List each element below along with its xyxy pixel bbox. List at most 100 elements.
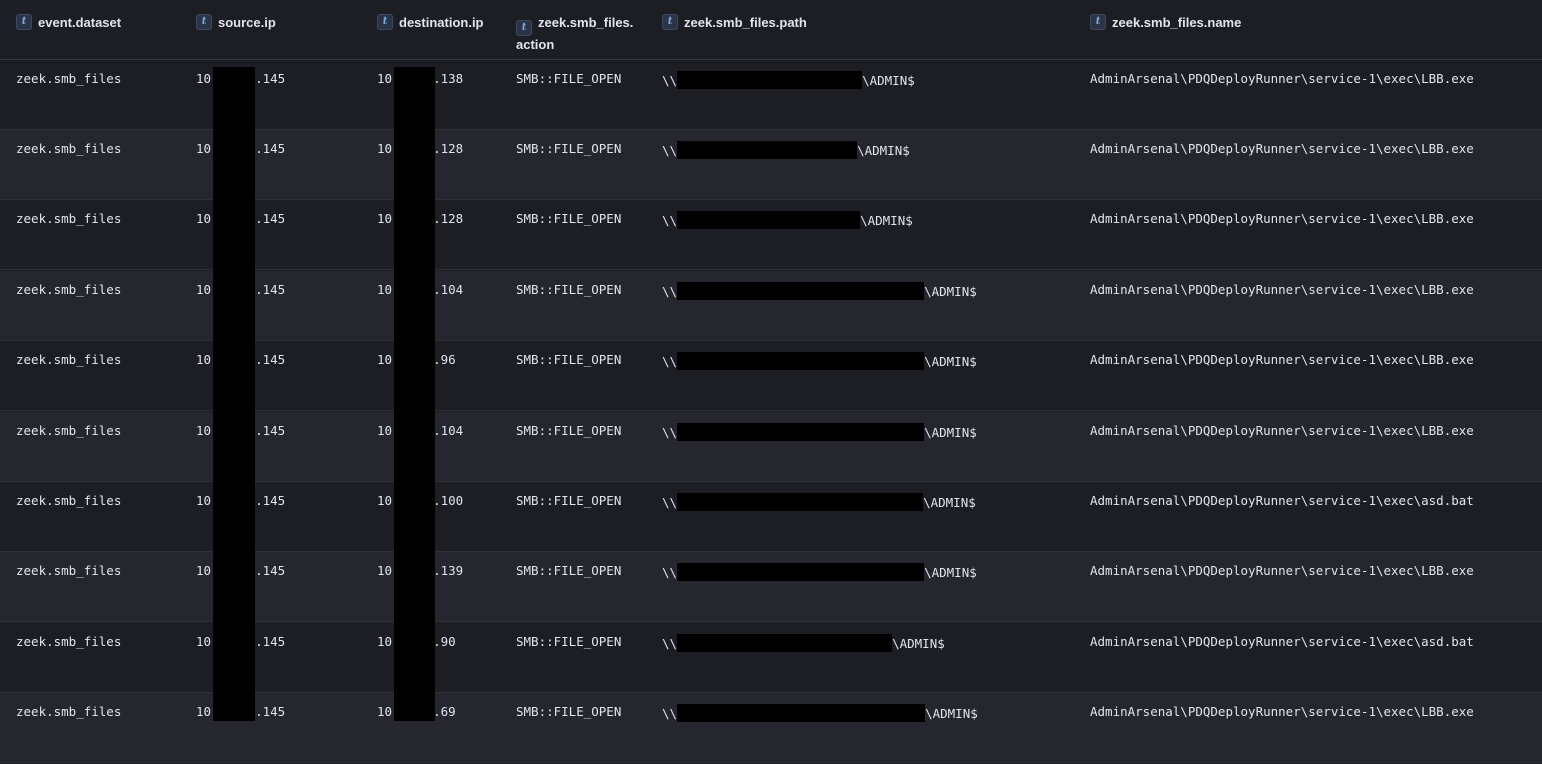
path-host-redaction [677,352,925,370]
column-header-smb-name[interactable]: t zeek.smb_files.name [1090,14,1241,31]
column-label-text: zeek.smb_files. action [516,15,634,52]
event-dataset-cell: zeek.smb_files [16,634,122,649]
path-host-redaction [677,211,861,229]
destination-ip-prefix: 10 [377,634,393,649]
destination-ip-suffix: .104 [433,282,464,297]
destination-ip-prefix: 10 [377,211,393,226]
column-header-source-ip[interactable]: t source.ip [196,14,276,31]
smb-action-cell: SMB::FILE_OPEN [516,493,622,508]
smb-action-cell: SMB::FILE_OPEN [516,423,622,438]
destination-ip-suffix: .100 [433,493,464,508]
source-ip-suffix: .145 [255,71,286,86]
source-ip-prefix: 10 [196,563,212,578]
destination-ip-suffix: .69 [433,704,456,719]
source-ip-prefix: 10 [196,282,212,297]
source-ip-prefix: 10 [196,704,212,719]
source-ip-redaction [213,67,255,721]
source-ip-suffix: .145 [255,563,286,578]
smb-file-name-cell: AdminArsenal\PDQDeployRunner\service-1\e… [1090,282,1474,297]
destination-ip-suffix: .139 [433,563,464,578]
string-type-icon: t [662,14,678,30]
path-suffix: \ADMIN$ [857,143,910,158]
smb-file-name-cell: AdminArsenal\PDQDeployRunner\service-1\e… [1090,704,1474,719]
source-ip-prefix: 10 [196,634,212,649]
column-label: zeek.smb_files.path [684,15,807,30]
destination-ip-suffix: .90 [433,634,456,649]
smb-file-name-cell: AdminArsenal\PDQDeployRunner\service-1\e… [1090,493,1474,508]
path-suffix: \ADMIN$ [924,565,977,580]
smb-path-cell: \\ \ADMIN$ [662,563,977,581]
smb-path-cell: \\ \ADMIN$ [662,423,977,441]
path-host-redaction [677,71,863,89]
event-dataset-cell: zeek.smb_files [16,211,122,226]
destination-ip-suffix: .128 [433,141,464,156]
event-dataset-cell: zeek.smb_files [16,71,122,86]
smb-action-cell: SMB::FILE_OPEN [516,211,622,226]
path-suffix: \ADMIN$ [862,73,915,88]
string-type-icon: t [377,14,393,30]
column-label: event.dataset [38,15,122,30]
path-suffix: \ADMIN$ [860,213,913,228]
smb-path-cell: \\ \ADMIN$ [662,282,977,300]
path-suffix: \ADMIN$ [924,354,977,369]
smb-path-cell: \\ \ADMIN$ [662,704,978,722]
destination-ip-prefix: 10 [377,563,393,578]
smb-action-cell: SMB::FILE_OPEN [516,563,622,578]
path-prefix: \\ [662,143,678,158]
column-header-destination-ip[interactable]: t destination.ip [377,14,484,31]
event-dataset-cell: zeek.smb_files [16,423,122,438]
destination-ip-prefix: 10 [377,141,393,156]
smb-action-cell: SMB::FILE_OPEN [516,71,622,86]
path-suffix: \ADMIN$ [923,495,976,510]
path-host-redaction [677,282,925,300]
smb-action-cell: SMB::FILE_OPEN [516,634,622,649]
column-header-smb-action[interactable]: t zeek.smb_files. action [516,14,646,53]
smb-path-cell: \\ \ADMIN$ [662,211,913,229]
smb-path-cell: \\ \ADMIN$ [662,71,915,89]
string-type-icon: t [1090,14,1106,30]
smb-file-name-cell: AdminArsenal\PDQDeployRunner\service-1\e… [1090,352,1474,367]
column-label: t zeek.smb_files. action [516,14,646,53]
column-label: source.ip [218,15,276,30]
path-suffix: \ADMIN$ [924,284,977,299]
source-ip-suffix: .145 [255,352,286,367]
path-prefix: \\ [662,636,678,651]
destination-ip-prefix: 10 [377,282,393,297]
source-ip-suffix: .145 [255,423,286,438]
source-ip-suffix: .145 [255,282,286,297]
smb-path-cell: \\ \ADMIN$ [662,493,976,511]
path-prefix: \\ [662,495,678,510]
destination-ip-prefix: 10 [377,423,393,438]
destination-ip-prefix: 10 [377,704,393,719]
source-ip-suffix: .145 [255,141,286,156]
smb-file-name-cell: AdminArsenal\PDQDeployRunner\service-1\e… [1090,71,1474,86]
source-ip-prefix: 10 [196,211,212,226]
smb-action-cell: SMB::FILE_OPEN [516,141,622,156]
smb-file-name-cell: AdminArsenal\PDQDeployRunner\service-1\e… [1090,141,1474,156]
event-dataset-cell: zeek.smb_files [16,493,122,508]
destination-ip-prefix: 10 [377,352,393,367]
event-dataset-cell: zeek.smb_files [16,563,122,578]
smb-path-cell: \\ \ADMIN$ [662,141,910,159]
event-dataset-cell: zeek.smb_files [16,704,122,719]
column-label: destination.ip [399,15,484,30]
source-ip-prefix: 10 [196,423,212,438]
smb-file-name-cell: AdminArsenal\PDQDeployRunner\service-1\e… [1090,423,1474,438]
path-host-redaction [677,423,925,441]
smb-file-name-cell: AdminArsenal\PDQDeployRunner\service-1\e… [1090,563,1474,578]
smb-path-cell: \\ \ADMIN$ [662,634,945,652]
source-ip-prefix: 10 [196,71,212,86]
destination-ip-suffix: .96 [433,352,456,367]
event-dataset-cell: zeek.smb_files [16,352,122,367]
column-header-event-dataset[interactable]: t event.dataset [16,14,121,31]
smb-path-cell: \\ \ADMIN$ [662,352,977,370]
smb-action-cell: SMB::FILE_OPEN [516,704,622,719]
path-host-redaction [677,704,926,722]
path-host-redaction [677,634,893,652]
grid-header: t event.dataset t source.ip t destinatio… [0,0,1542,60]
source-ip-suffix: .145 [255,704,286,719]
path-prefix: \\ [662,73,678,88]
column-header-smb-path[interactable]: t zeek.smb_files.path [662,14,807,31]
destination-ip-redaction [394,67,435,721]
smb-file-name-cell: AdminArsenal\PDQDeployRunner\service-1\e… [1090,634,1474,649]
